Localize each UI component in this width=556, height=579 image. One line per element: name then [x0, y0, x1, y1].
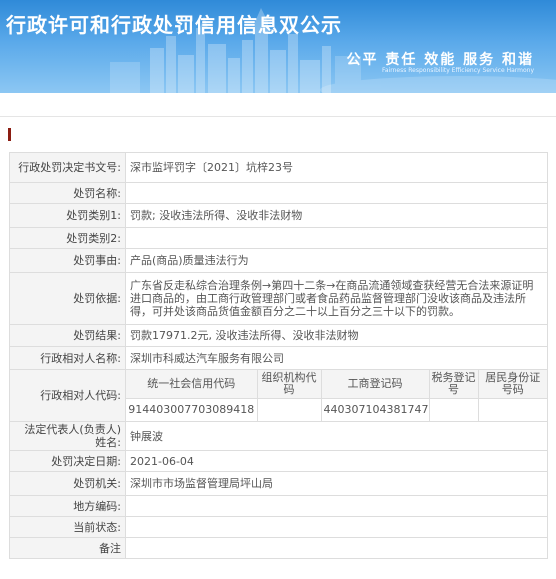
field-label: 处罚类别1: [9, 203, 126, 228]
col-header-org-code: 组织机构代码 [257, 370, 322, 399]
org-code-value [257, 398, 322, 421]
field-value: 罚款; 没收违法所得、没收非法财物 [125, 203, 548, 228]
field-value [125, 495, 548, 517]
field-value: 深圳市科威达汽车服务有限公司 [125, 346, 548, 370]
col-header-tax-code: 税务登记号 [429, 370, 479, 399]
table-row: 备注 [9, 537, 548, 559]
table-row: 处罚名称: [9, 182, 548, 204]
page-title: 行政许可和行政处罚信用信息双公示 [6, 13, 342, 37]
field-label: 当前状态: [9, 516, 126, 538]
tax-code-value [429, 398, 479, 421]
section-marker [8, 128, 11, 141]
field-value: 钟展波 [125, 421, 548, 451]
table-row: 行政处罚决定书文号: 深市监坪罚字〔2021〕坑梓23号 [9, 152, 548, 183]
col-header-id-code: 居民身份证号码 [478, 370, 547, 399]
code-subtable: 统一社会信用代码 组织机构代码 工商登记码 税务登记号 居民身份证号码 9144… [126, 370, 547, 421]
table-row: 处罚机关: 深圳市市场监督管理局坪山局 [9, 471, 548, 496]
field-label: 处罚事由: [9, 248, 126, 273]
field-value: 深圳市市场监督管理局坪山局 [125, 471, 548, 496]
field-label: 处罚类别2: [9, 227, 126, 249]
field-value [125, 537, 548, 559]
field-value: 深市监坪罚字〔2021〕坑梓23号 [125, 152, 548, 183]
field-label: 处罚结果: [9, 324, 126, 347]
field-label: 处罚名称: [9, 182, 126, 204]
col-header-reg-code: 工商登记码 [321, 370, 430, 399]
reg-code-value: 440307104381747 [321, 398, 430, 421]
toolbar-space [0, 94, 556, 116]
id-code-value [478, 398, 547, 421]
table-row: 法定代表人(负责人)姓名: 钟展波 [9, 421, 548, 451]
table-row: 处罚依据: 广东省反走私综合治理条例→第四十二条→在商品流通领域查获经营无合法来… [9, 272, 548, 325]
field-value [125, 182, 548, 204]
field-label: 行政相对人代码: [9, 369, 126, 422]
field-label: 处罚机关: [9, 471, 126, 496]
field-value [125, 227, 548, 249]
table-row: 处罚事由: 产品(商品)质量违法行为 [9, 248, 548, 273]
field-value [125, 516, 548, 538]
table-row: 地方编码: [9, 495, 548, 517]
field-label: 地方编码: [9, 495, 126, 517]
motto-text: 公平 责任 效能 服务 和谐 [346, 52, 534, 68]
field-value: 罚款17971.2元, 没收违法所得、没收非法财物 [125, 324, 548, 347]
table-row: 处罚类别2: [9, 227, 548, 249]
field-label: 行政处罚决定书文号: [9, 152, 126, 183]
field-value: 产品(商品)质量违法行为 [125, 248, 548, 273]
table-row: 当前状态: [9, 516, 548, 538]
credit-code-value: 91440300770308941​8 [126, 398, 258, 421]
field-label: 处罚决定日期: [9, 450, 126, 472]
code-subtable-cell: 统一社会信用代码 组织机构代码 工商登记码 税务登记号 居民身份证号码 9144… [125, 369, 548, 422]
col-header-credit-code: 统一社会信用代码 [126, 370, 258, 399]
table-row: 行政相对人名称: 深圳市科威达汽车服务有限公司 [9, 346, 548, 370]
section-header [0, 116, 556, 151]
table-row: 处罚类别1: 罚款; 没收违法所得、没收非法财物 [9, 203, 548, 228]
site-header: 行政许可和行政处罚信用信息双公示 公平 责任 效能 服务 和谐 Fairness… [0, 0, 556, 93]
field-label: 法定代表人(负责人)姓名: [9, 421, 126, 451]
field-label: 备注 [9, 537, 126, 559]
table-row: 处罚结果: 罚款17971.2元, 没收违法所得、没收非法财物 [9, 324, 548, 347]
field-value: 2021-06-04 [125, 450, 548, 472]
penalty-info-table: 行政处罚决定书文号: 深市监坪罚字〔2021〕坑梓23号 处罚名称: 处罚类别1… [9, 152, 548, 559]
table-row: 处罚决定日期: 2021-06-04 [9, 450, 548, 472]
table-row: 行政相对人代码: 统一社会信用代码 组织机构代码 工商登记码 税务登记号 居民身… [9, 369, 548, 422]
field-label: 行政相对人名称: [9, 346, 126, 370]
field-value: 广东省反走私综合治理条例→第四十二条→在商品流通领域查获经营无合法来源证明进口商… [125, 272, 548, 325]
motto-english: Fairness Responsibility Efficiency Servi… [382, 67, 534, 74]
field-label: 处罚依据: [9, 272, 126, 325]
